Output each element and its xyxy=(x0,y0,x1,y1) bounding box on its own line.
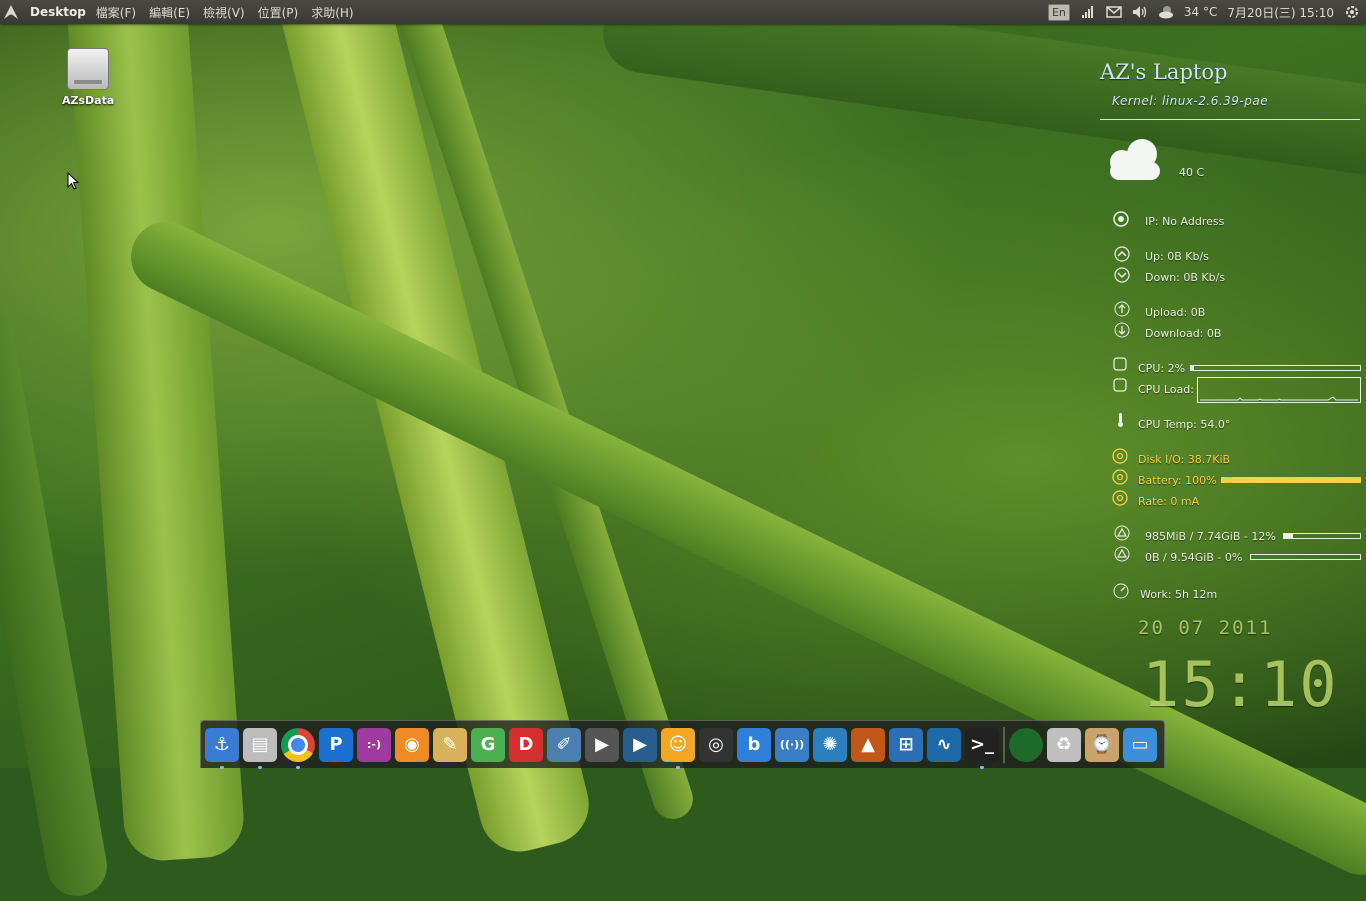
system-monitor-icon[interactable]: ∿ xyxy=(927,727,961,762)
camera-lens-icon[interactable]: ◎ xyxy=(699,727,733,762)
conky-work-time: Work: 5h 12m xyxy=(1140,588,1218,601)
conky-weather-temp: 40 C xyxy=(1179,166,1205,179)
drive-harddisk-icon xyxy=(67,48,109,90)
conky-divider xyxy=(1100,119,1360,120)
dock: ⚓▤P:-)◉✎GD✐▶▶☺◎b((·))✺▲⊞∿>_●♻⌚▭ xyxy=(200,720,1165,769)
arch-logo-icon[interactable] xyxy=(0,0,22,24)
menu-edit[interactable]: 編輯(E) xyxy=(149,4,190,21)
clock-datetime[interactable]: 7月20日(三) 15:10 xyxy=(1227,4,1334,21)
network-signal-icon[interactable] xyxy=(1080,4,1096,20)
cpu-chip-icon xyxy=(1113,357,1127,371)
video-editor-icon[interactable]: ▶ xyxy=(623,727,657,762)
bluetooth-b-icon[interactable]: b xyxy=(737,727,771,762)
conky-download-total: Download: 0B xyxy=(1145,327,1222,340)
conky-ip: IP: No Address xyxy=(1145,215,1225,228)
paint-palette-icon[interactable]: ✎ xyxy=(433,727,467,762)
qq-penguin-icon[interactable]: ☺ xyxy=(661,727,695,769)
wireless-icon[interactable]: ((·)) xyxy=(775,727,809,762)
terminal-icon[interactable]: >_ xyxy=(965,727,999,769)
conky-date-large: 20 07 2011 xyxy=(1138,617,1273,639)
power-gear-icon[interactable] xyxy=(1344,4,1360,20)
weather-cloud-icon xyxy=(1110,139,1160,180)
upload-arrow-icon xyxy=(1114,301,1130,317)
memory-usage-bar xyxy=(1283,533,1361,539)
download-arrow-icon xyxy=(1114,322,1130,338)
indicator-area: En 34 °C 7月20日(三) 15:10 xyxy=(1047,0,1360,24)
conky-cpu-load-label: CPU Load: xyxy=(1138,383,1194,396)
battery-bar xyxy=(1221,477,1361,483)
rss-feed-icon[interactable]: ◉ xyxy=(395,727,429,762)
document-d-icon[interactable]: D xyxy=(509,727,543,762)
chat-emoticon-icon[interactable]: :-) xyxy=(357,727,391,762)
desktop-icon-label: AZsData xyxy=(62,94,115,107)
menu-view[interactable]: 檢視(V) xyxy=(203,4,245,21)
cpu-load-graph xyxy=(1197,377,1361,403)
file-manager-icon[interactable]: ▤ xyxy=(243,727,277,769)
mouse-pointer-icon xyxy=(67,171,80,194)
drawing-tools-icon[interactable]: ✐ xyxy=(547,727,581,762)
volume-speaker-icon[interactable] xyxy=(1132,4,1148,20)
conky-disk-io: Disk I/O: 38.7KiB xyxy=(1138,453,1231,466)
network-target-icon xyxy=(1113,211,1129,227)
disk-io-icon xyxy=(1112,448,1128,464)
media-player-icon[interactable]: ▶ xyxy=(585,727,619,762)
swap-usage-bar xyxy=(1250,554,1361,560)
thermometer-icon xyxy=(1118,413,1123,427)
conky-swap: 0B / 9.54GiB - 0% xyxy=(1145,551,1243,564)
desktop-icon-azsdata[interactable]: AZsData xyxy=(62,48,114,107)
mail-envelope-icon[interactable] xyxy=(1106,4,1122,20)
battery-rate-icon xyxy=(1112,490,1128,506)
keyboard-layout-indicator[interactable]: En xyxy=(1047,3,1070,21)
work-timer-icon xyxy=(1113,583,1129,599)
conky-title: AZ's Laptop xyxy=(1100,60,1228,84)
pidgin-p-icon[interactable]: P xyxy=(319,727,353,762)
swirl-app-icon[interactable]: ✺ xyxy=(813,727,847,762)
conky-battery: Battery: 100% xyxy=(1138,474,1217,487)
trash-icon[interactable]: ♻ xyxy=(1047,727,1081,762)
dock-separator xyxy=(1003,726,1005,763)
anchor-icon[interactable]: ⚓ xyxy=(205,727,239,769)
top-panel: Desktop 檔案(F) 編輯(E) 檢視(V) 位置(P) 求助(H) En… xyxy=(0,0,1366,24)
menu-places[interactable]: 位置(P) xyxy=(258,4,299,21)
desktop-folder-icon[interactable]: ▭ xyxy=(1123,727,1157,762)
cpu-usage-bar xyxy=(1190,365,1361,371)
weather-cloudy-icon[interactable] xyxy=(1158,4,1174,20)
cpu-load-chip-icon xyxy=(1113,378,1127,392)
windows-logo-icon[interactable]: ⊞ xyxy=(889,727,923,762)
chrome-icon[interactable] xyxy=(281,727,315,769)
conky-battery-rate: Rate: 0 mA xyxy=(1138,495,1200,508)
swap-triangle-icon xyxy=(1114,546,1130,562)
recent-folder-icon[interactable]: ⌚ xyxy=(1085,727,1119,762)
memory-triangle-icon xyxy=(1114,525,1130,541)
grammar-g-icon[interactable]: G xyxy=(471,727,505,762)
menu-file[interactable]: 檔案(F) xyxy=(96,4,136,21)
conky-upload-total: Upload: 0B xyxy=(1145,306,1206,319)
conky-down-rate: Down: 0B Kb/s xyxy=(1145,271,1226,284)
battery-icon xyxy=(1112,469,1128,485)
arrow-down-circle-icon xyxy=(1114,267,1130,283)
conky-cpu-temp: CPU Temp: 54.0° xyxy=(1138,418,1231,431)
conky-kernel: Kernel: linux-2.6.39-pae xyxy=(1112,94,1269,108)
menu-help[interactable]: 求助(H) xyxy=(311,4,353,21)
conky-cpu: CPU: 2% xyxy=(1138,362,1186,375)
matlab-icon[interactable]: ▲ xyxy=(851,727,885,762)
conky-memory: 985MiB / 7.74GiB - 12% xyxy=(1145,530,1276,543)
active-app-title[interactable]: Desktop xyxy=(30,5,86,19)
green-orb-icon[interactable]: ● xyxy=(1009,727,1043,762)
arrow-up-circle-icon xyxy=(1114,246,1130,262)
conky-time-large: 15:10 xyxy=(1142,648,1339,721)
conky-up-rate: Up: 0B Kb/s xyxy=(1145,250,1209,263)
weather-temperature[interactable]: 34 °C xyxy=(1184,5,1217,19)
